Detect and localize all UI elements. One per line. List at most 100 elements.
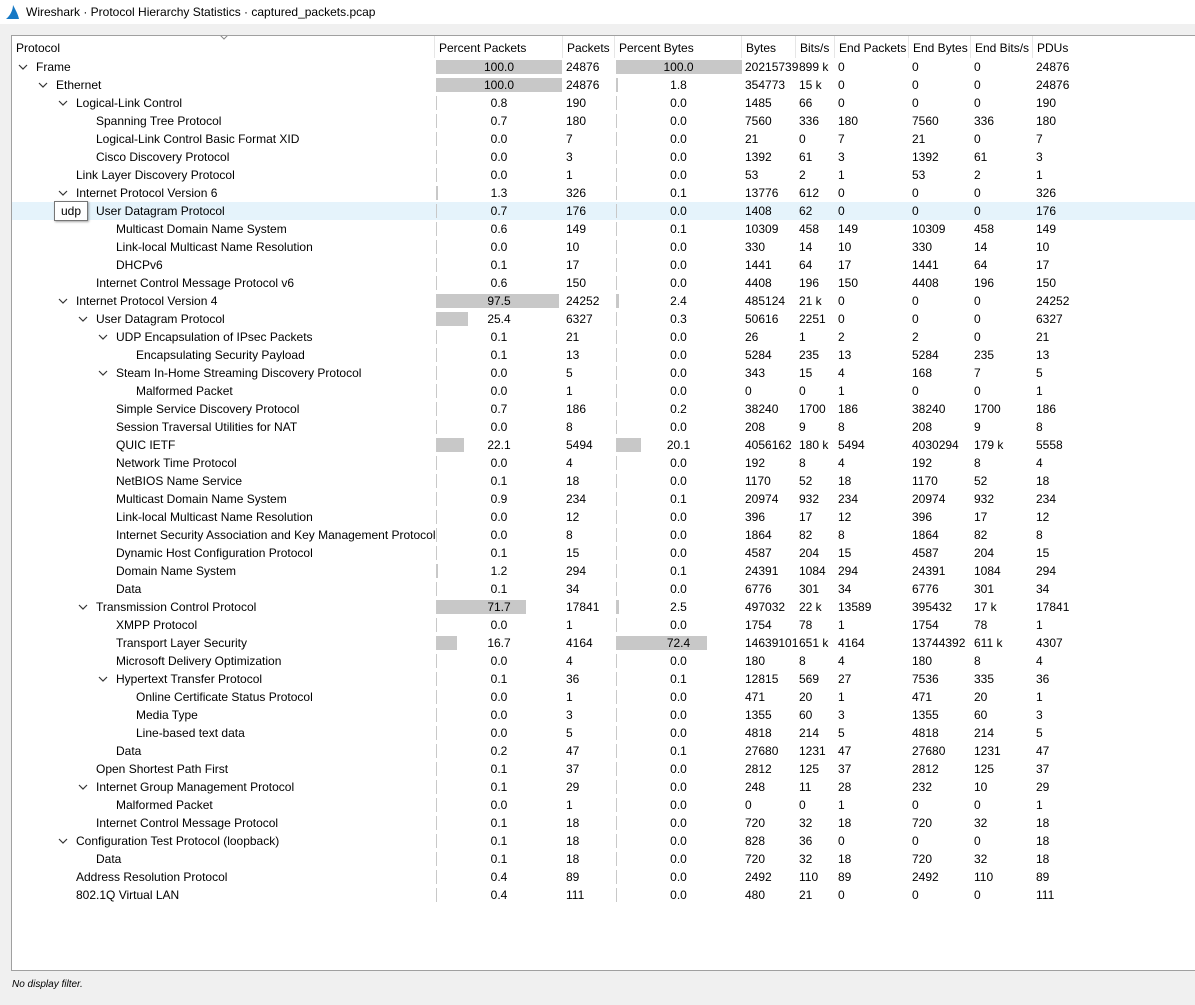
table-row[interactable]: User Datagram Protocol 0.7 0.0 176 1408 62 0 0 0… [12, 202, 1195, 220]
bits-per-sec-value: 15 k [799, 78, 822, 92]
bytes-value: 2812 [745, 762, 772, 776]
chevron-down-icon[interactable] [18, 62, 28, 72]
table-row[interactable]: Malformed Packet 0.0 0.0 1 0 0 1 0 0 1 [12, 796, 1195, 814]
bits-per-sec-value: 61 [799, 150, 813, 164]
end-bits-per-sec-value: 336 [974, 114, 995, 128]
pdus-value: 234 [1036, 492, 1057, 506]
table-row[interactable]: Data 0.1 0.0 34 6776 301 34 6776 301 34 [12, 580, 1195, 598]
table-row[interactable]: Configuration Test Protocol (loopback) 0.… [12, 832, 1195, 850]
table-row[interactable]: Frame 100.0 100.0 24876 20215739 899 k 0 0 0 2487… [12, 58, 1195, 76]
chevron-down-icon[interactable] [58, 836, 68, 846]
table-row[interactable]: Internet Protocol Version 4 97.5 2.4 24252 4… [12, 292, 1195, 310]
table-row[interactable]: Media Type 0.0 0.0 3 1355 60 3 1355 60 3 [12, 706, 1195, 724]
column-header-percent-packets[interactable]: Percent Packets [435, 36, 563, 58]
table-row[interactable]: User Datagram Protocol 25.4 0.3 6327 50616 22… [12, 310, 1195, 328]
bytes-value: 4587 [745, 546, 772, 560]
chevron-down-icon[interactable] [58, 296, 68, 306]
bits-per-sec-value: 9 [799, 420, 806, 434]
table-row[interactable]: Multicast Domain Name System 0.9 0.1 234 209… [12, 490, 1195, 508]
chevron-down-icon[interactable] [58, 188, 68, 198]
column-header-end-bits-per-sec[interactable]: End Bits/s [971, 36, 1033, 58]
bytes-value: 14639101 [745, 636, 799, 650]
protocol-name: Transport Layer Security [116, 636, 247, 650]
pdus-value: 1 [1036, 168, 1043, 182]
column-header-bits-per-sec[interactable]: Bits/s [796, 36, 835, 58]
pdus-value: 111 [1036, 888, 1055, 902]
table-row[interactable]: Transport Layer Security 16.7 72.4 4164 1463… [12, 634, 1195, 652]
column-header-pdus[interactable]: PDUs [1033, 36, 1193, 58]
percent-bytes-value: 0.0 [670, 654, 687, 668]
table-row[interactable]: Link-local Multicast Name Resolution 0.0 0… [12, 508, 1195, 526]
column-header-packets[interactable]: Packets [563, 36, 615, 58]
table-row[interactable]: QUIC IETF 22.1 20.1 5494 4056162 180 k 5494 403… [12, 436, 1195, 454]
table-row[interactable]: DHCPv6 0.1 0.0 17 1441 64 17 1441 64 17 [12, 256, 1195, 274]
table-row[interactable]: Hypertext Transfer Protocol 0.1 0.1 36 12815… [12, 670, 1195, 688]
packets-value: 6327 [566, 312, 593, 326]
table-row[interactable]: Internet Control Message Protocol 0.1 0.0 1… [12, 814, 1195, 832]
table-row[interactable]: Internet Control Message Protocol v6 0.6 0… [12, 274, 1195, 292]
column-header-end-packets[interactable]: End Packets [835, 36, 909, 58]
bytes-value: 20974 [745, 492, 779, 506]
bits-per-sec-value: 180 k [799, 438, 829, 452]
table-row[interactable]: Line-based text data 0.0 0.0 5 4818 214 5 4818 2… [12, 724, 1195, 742]
table-row[interactable]: Logical-Link Control 0.8 0.0 190 1485 66 0 0 0 19… [12, 94, 1195, 112]
chevron-down-icon[interactable] [98, 368, 108, 378]
chevron-down-icon[interactable] [98, 674, 108, 684]
column-header-bytes[interactable]: Bytes [742, 36, 796, 58]
end-bytes-value: 4818 [912, 726, 939, 740]
chevron-down-icon[interactable] [38, 80, 48, 90]
table-row[interactable]: Address Resolution Protocol 0.4 0.0 89 2492 1… [12, 868, 1195, 886]
packets-value: 4164 [566, 636, 593, 650]
column-header-protocol[interactable]: Protocol [12, 36, 435, 58]
percent-packets-value: 0.4 [490, 870, 508, 884]
table-row[interactable]: Logical-Link Control Basic Format XID 0.0… [12, 130, 1195, 148]
protocol-name: DHCPv6 [116, 258, 163, 272]
column-header-percent-bytes[interactable]: Percent Bytes [615, 36, 742, 58]
table-row[interactable]: Steam In-Home Streaming Discovery Protoc… [12, 364, 1195, 382]
table-row[interactable]: Cisco Discovery Protocol 0.0 0.0 3 1392 61 3 13… [12, 148, 1195, 166]
table-row[interactable]: Encapsulating Security Payload 0.1 0.0 13 52… [12, 346, 1195, 364]
chevron-down-icon[interactable] [98, 332, 108, 342]
table-row[interactable]: UDP Encapsulation of IPsec Packets 0.1 0.0… [12, 328, 1195, 346]
bits-per-sec-value: 64 [799, 258, 813, 272]
table-row[interactable]: Multicast Domain Name System 0.6 0.1 149 103… [12, 220, 1195, 238]
end-bytes-value: 1392 [912, 150, 939, 164]
table-row[interactable]: Transmission Control Protocol 71.7 2.5 1784… [12, 598, 1195, 616]
pdus-value: 5558 [1036, 438, 1063, 452]
packets-value: 21 [566, 330, 580, 344]
end-bytes-value: 4030294 [912, 438, 959, 452]
table-row[interactable]: Data 0.2 0.1 47 27680 1231 47 27680 1231 47 [12, 742, 1195, 760]
column-header-end-bytes[interactable]: End Bytes [909, 36, 971, 58]
pdus-value: 24876 [1036, 60, 1070, 74]
table-row[interactable]: Microsoft Delivery Optimization 0.0 0.0 4 18… [12, 652, 1195, 670]
table-row[interactable]: Domain Name System 1.2 0.1 294 24391 1084 294 2… [12, 562, 1195, 580]
chevron-down-icon[interactable] [78, 602, 88, 612]
protocol-name: Multicast Domain Name System [116, 222, 287, 236]
table-row[interactable]: NetBIOS Name Service 0.1 0.0 18 1170 52 18 1170… [12, 472, 1195, 490]
pdus-value: 1 [1036, 384, 1043, 398]
table-row[interactable]: XMPP Protocol 0.0 0.0 1 1754 78 1 1754 78 1 [12, 616, 1195, 634]
table-row[interactable]: Malformed Packet 0.0 0.0 1 0 0 1 0 0 1 [12, 382, 1195, 400]
bits-per-sec-value: 301 [799, 582, 820, 596]
percent-bytes-value: 0.0 [670, 366, 687, 380]
protocol-hierarchy-tree[interactable]: Protocol Percent Packets Packets Percent By… [11, 35, 1195, 971]
chevron-down-icon[interactable] [78, 782, 88, 792]
table-row[interactable]: Data 0.1 0.0 18 720 32 18 720 32 18 [12, 850, 1195, 868]
table-row[interactable]: Internet Protocol Version 6 1.3 0.1 326 1377… [12, 184, 1195, 202]
table-row[interactable]: Network Time Protocol 0.0 0.0 4 192 8 4 192 8 4 [12, 454, 1195, 472]
table-row[interactable]: 802.1Q Virtual LAN 0.4 0.0 111 480 21 0 0 0 111 [12, 886, 1195, 904]
chevron-down-icon[interactable] [78, 314, 88, 324]
table-row[interactable]: Ethernet 100.0 1.8 24876 354773 15 k 0 0 0 24876 [12, 76, 1195, 94]
table-row[interactable]: Dynamic Host Configuration Protocol 0.1 0.… [12, 544, 1195, 562]
table-row[interactable]: Open Shortest Path First 0.1 0.0 37 2812 125 3… [12, 760, 1195, 778]
chevron-down-icon[interactable] [58, 98, 68, 108]
bytes-value: 396 [745, 510, 766, 524]
table-row[interactable]: Internet Security Association and Key Ma… [12, 526, 1195, 544]
table-row[interactable]: Simple Service Discovery Protocol 0.7 0.2 1… [12, 400, 1195, 418]
table-row[interactable]: Online Certificate Status Protocol 0.0 0.0… [12, 688, 1195, 706]
table-row[interactable]: Link-local Multicast Name Resolution 0.0 0… [12, 238, 1195, 256]
table-row[interactable]: Session Traversal Utilities for NAT 0.0 0.… [12, 418, 1195, 436]
table-row[interactable]: Spanning Tree Protocol 0.7 0.0 180 7560 336 18… [12, 112, 1195, 130]
table-row[interactable]: Link Layer Discovery Protocol 0.0 0.0 1 53 2 1… [12, 166, 1195, 184]
table-row[interactable]: Internet Group Management Protocol 0.1 0.0… [12, 778, 1195, 796]
